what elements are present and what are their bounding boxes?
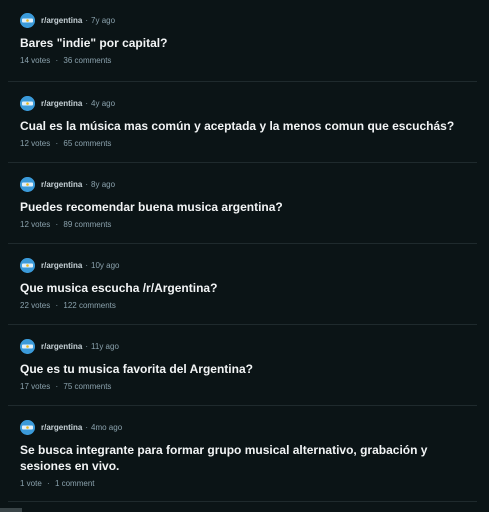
meta-separator: ·: [85, 260, 89, 270]
post-meta: r/argentina · 11y ago: [20, 338, 477, 354]
post-age: 11y ago: [91, 341, 119, 351]
post-stats: 22 votes · 122 comments: [20, 301, 477, 310]
subreddit-name[interactable]: r/argentina: [41, 99, 82, 108]
post-title[interactable]: Que musica escucha /r/Argentina?: [20, 280, 477, 296]
divider: [8, 324, 477, 325]
comment-count: 75 comments: [63, 382, 112, 391]
stats-separator: ·: [47, 479, 50, 488]
subreddit-avatar-icon[interactable]: [20, 338, 35, 354]
stats-separator: ·: [55, 382, 59, 391]
divider: [8, 243, 477, 244]
subreddit-name[interactable]: r/argentina: [41, 180, 82, 189]
post-stats: 1 vote · 1 comment: [20, 479, 477, 488]
post-meta: r/argentina · 8y ago: [20, 176, 477, 192]
divider: [8, 405, 477, 406]
post-meta: r/argentina · 7y ago: [20, 12, 477, 28]
subreddit-name[interactable]: r/argentina: [41, 261, 82, 270]
divider: [8, 162, 477, 163]
post-card[interactable]: r/argentina · 8y ago Puedes recomendar b…: [0, 176, 489, 229]
stats-separator: ·: [55, 301, 59, 310]
post-stats: 12 votes · 89 comments: [20, 220, 477, 229]
post-card[interactable]: r/argentina · 11y ago Que es tu musica f…: [0, 338, 489, 391]
subreddit-name[interactable]: r/argentina: [41, 342, 82, 351]
subreddit-name[interactable]: r/argentina: [41, 16, 82, 25]
post-stats: 17 votes · 75 comments: [20, 382, 477, 391]
subreddit-name[interactable]: r/argentina: [41, 423, 82, 432]
post-stats: 14 votes · 36 comments: [20, 56, 477, 65]
post-age: 4y ago: [91, 98, 116, 108]
post-meta: r/argentina · 10y ago: [20, 257, 477, 273]
search-results-feed: r/argentina · 7y ago Bares "indie" por c…: [0, 0, 489, 512]
subreddit-avatar-icon[interactable]: [20, 95, 35, 111]
meta-separator: ·: [85, 179, 89, 189]
comment-count: 65 comments: [63, 139, 112, 148]
post-title[interactable]: Bares "indie" por capital?: [20, 35, 477, 51]
subreddit-avatar-icon[interactable]: [20, 419, 35, 435]
post-meta: r/argentina · 4y ago: [20, 95, 477, 111]
meta-separator: ·: [85, 422, 89, 432]
subreddit-avatar-icon[interactable]: [20, 12, 35, 28]
post-card[interactable]: r/argentina · 4mo ago Se busca integrant…: [0, 419, 489, 488]
vote-count: 22 votes: [20, 301, 51, 310]
post-age: 4mo ago: [91, 422, 123, 432]
post-stats: 12 votes · 65 comments: [20, 139, 477, 148]
post-card[interactable]: r/argentina · 4y ago Cual es la música m…: [0, 95, 489, 148]
post-meta: r/argentina · 4mo ago: [20, 419, 477, 435]
comment-count: 36 comments: [63, 56, 112, 65]
post-card[interactable]: r/argentina · 7y ago Bares "indie" por c…: [0, 12, 489, 65]
vote-count: 17 votes: [20, 382, 51, 391]
comment-count: 89 comments: [63, 220, 112, 229]
divider: [8, 81, 477, 82]
horizontal-scrollbar[interactable]: [0, 508, 22, 512]
post-title[interactable]: Cual es la música mas común y aceptada y…: [20, 118, 477, 134]
vote-count: 12 votes: [20, 220, 51, 229]
vote-count: 14 votes: [20, 56, 51, 65]
meta-separator: ·: [85, 341, 89, 351]
comment-count: 1 comment: [54, 479, 95, 488]
stats-separator: ·: [55, 139, 59, 148]
vote-count: 1 vote: [20, 479, 42, 488]
post-age: 10y ago: [91, 260, 120, 270]
meta-separator: ·: [85, 15, 89, 25]
subreddit-avatar-icon[interactable]: [20, 176, 35, 192]
vote-count: 12 votes: [20, 139, 51, 148]
post-age: 8y ago: [91, 179, 116, 189]
post-title[interactable]: Que es tu musica favorita del Argentina?: [20, 361, 477, 377]
post-title[interactable]: Se busca integrante para formar grupo mu…: [20, 442, 477, 474]
post-card[interactable]: r/argentina · 10y ago Que musica escucha…: [0, 257, 489, 310]
divider: [8, 501, 477, 502]
comment-count: 122 comments: [63, 301, 116, 310]
stats-separator: ·: [55, 56, 59, 65]
post-title[interactable]: Puedes recomendar buena musica argentina…: [20, 199, 477, 215]
post-age: 7y ago: [91, 15, 116, 25]
meta-separator: ·: [85, 98, 89, 108]
subreddit-avatar-icon[interactable]: [20, 257, 35, 273]
stats-separator: ·: [55, 220, 59, 229]
